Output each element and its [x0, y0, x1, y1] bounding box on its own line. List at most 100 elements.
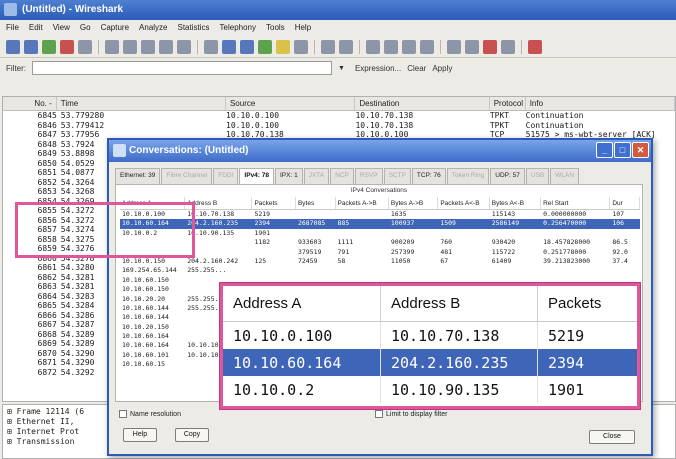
tab-rsvp[interactable]: RSVP	[354, 168, 383, 184]
checkbox-box[interactable]	[375, 410, 383, 418]
clear-button[interactable]: Clear	[407, 64, 426, 73]
tab-ncp[interactable]: NCP	[330, 168, 354, 184]
menu-file[interactable]: File	[6, 23, 19, 33]
tab-ipx[interactable]: IPX: 1	[275, 168, 303, 184]
autoscroll-icon[interactable]	[339, 39, 353, 54]
options-icon[interactable]	[24, 39, 38, 54]
wireshark-titlebar[interactable]: (Untitled) - Wireshark	[0, 0, 676, 20]
normal-size-icon[interactable]	[402, 39, 416, 54]
menu-edit[interactable]: Edit	[29, 23, 43, 33]
col-packets-b-a[interactable]: Packets A<-B	[438, 197, 490, 209]
conversation-row[interactable]: 1182 933603 1111 900209 760 930420 18.45782800…	[120, 238, 640, 247]
col-packets[interactable]: Packets	[252, 197, 296, 209]
zoom-in-icon[interactable]	[366, 39, 380, 54]
menu-analyze[interactable]: Analyze	[139, 23, 167, 33]
minimize-icon[interactable]: _	[596, 142, 613, 158]
menu-go[interactable]: Go	[80, 23, 91, 33]
apply-button[interactable]: Apply	[432, 64, 452, 73]
zoom-row: 10.10.0.2 10.10.90.135 1901	[223, 376, 637, 403]
packet-row[interactable]: 6846 53.779412 10.10.0.100 10.10.70.138 TPKT…	[3, 121, 675, 131]
col-packets-a-b[interactable]: Packets A->B	[336, 197, 389, 209]
dialog-titlebar[interactable]: Conversations: (Untitled) _ □ ✕	[109, 140, 651, 162]
maximize-icon[interactable]: □	[614, 142, 631, 158]
first-packet-icon[interactable]	[276, 39, 290, 54]
conversation-row[interactable]: 10.10.0.150 204.2.160.242 125 72459 58 11050 6…	[120, 257, 640, 266]
col-bytes-b-a[interactable]: Bytes A<-B	[490, 197, 542, 209]
help-icon[interactable]	[528, 39, 542, 54]
toolbar-separator	[98, 39, 99, 54]
limit-filter-checkbox[interactable]: Limit to display filter	[375, 410, 447, 418]
zoom-col-address-b: Address B	[381, 286, 538, 321]
conversation-row[interactable]: 169.254.65.144 255.255...	[120, 266, 640, 275]
help-button[interactable]: Help	[123, 428, 157, 442]
menu-view[interactable]: View	[53, 23, 70, 33]
tab-token-ring[interactable]: Token Ring	[446, 168, 490, 184]
reload-icon[interactable]	[159, 39, 173, 54]
packet-no: 6861	[37, 263, 57, 272]
col-header-protocol[interactable]: Protocol	[490, 97, 526, 110]
start-capture-icon[interactable]	[42, 39, 56, 54]
tab-usb[interactable]: USB	[525, 168, 550, 184]
tab-fibre-channel[interactable]: Fibre Channel	[161, 168, 213, 184]
forward-icon[interactable]	[240, 39, 254, 54]
go-to-packet-icon[interactable]	[258, 39, 272, 54]
col-header-info[interactable]: Info	[526, 97, 675, 110]
colorize-icon[interactable]	[321, 39, 335, 54]
close-button[interactable]: Close	[589, 430, 635, 444]
tab-fddi[interactable]: FDDI	[213, 168, 239, 184]
col-bytes[interactable]: Bytes	[296, 197, 336, 209]
col-address-a[interactable]: Address A	[120, 197, 186, 209]
preferences-icon[interactable]	[501, 39, 515, 54]
menu-help[interactable]: Help	[295, 23, 311, 33]
tab-sctp[interactable]: SCTP	[383, 168, 411, 184]
col-header-source[interactable]: Source	[226, 97, 356, 110]
cell-a: 10.10.60.164	[122, 341, 169, 350]
conversation-row-selected[interactable]: 10.10.60.164 204.2.160.235 2394 2687085 885 1…	[120, 219, 640, 229]
resize-columns-icon[interactable]	[420, 39, 434, 54]
packet-info: Continuation	[525, 111, 584, 120]
restart-capture-icon[interactable]	[78, 39, 92, 54]
expression-button[interactable]: Expression...	[355, 64, 401, 73]
col-header-time[interactable]: Time	[57, 97, 226, 110]
col-duration[interactable]: Dur	[610, 197, 641, 209]
menu-telephony[interactable]: Telephony	[220, 23, 256, 33]
print-icon[interactable]	[177, 39, 191, 54]
filter-dropdown-icon[interactable]: ▼	[338, 65, 345, 72]
conversation-row[interactable]: 10.10.0.2 10.10.90.135 1901	[120, 229, 640, 238]
col-bytes-a-b[interactable]: Bytes A->B	[389, 197, 439, 209]
name-resolution-checkbox[interactable]: Name resolution	[119, 410, 181, 418]
conversation-row[interactable]: 379519 791 257399 481 115722 0.251778000 92.0	[120, 248, 640, 257]
interfaces-icon[interactable]	[6, 39, 20, 54]
stop-capture-icon[interactable]	[60, 39, 74, 54]
tab-ipv4[interactable]: IPv4: 78	[239, 168, 274, 184]
filter-input[interactable]	[32, 61, 332, 75]
display-filters-icon[interactable]	[465, 39, 479, 54]
find-icon[interactable]	[204, 39, 218, 54]
open-icon[interactable]	[105, 39, 119, 54]
tab-jxta[interactable]: JXTA	[303, 168, 330, 184]
menu-tools[interactable]: Tools	[266, 23, 285, 33]
conversation-row[interactable]: 10.10.0.100 10.10.70.138 5219 1635 115143 0.0…	[120, 210, 640, 219]
menu-statistics[interactable]: Statistics	[178, 23, 210, 33]
col-header-no[interactable]: No. -	[3, 97, 57, 110]
tab-wlan[interactable]: WLAN	[550, 168, 580, 184]
capture-filters-icon[interactable]	[447, 39, 461, 54]
close-file-icon[interactable]	[141, 39, 155, 54]
coloring-rules-icon[interactable]	[483, 39, 497, 54]
col-header-destination[interactable]: Destination	[355, 97, 490, 110]
tab-ethernet[interactable]: Ethernet: 39	[115, 168, 161, 184]
tab-tcp[interactable]: TCP: 76	[411, 168, 446, 184]
packet-row[interactable]: 6845 53.779280 10.10.0.100 10.10.70.138 TPKT…	[3, 111, 675, 121]
last-packet-icon[interactable]	[294, 39, 308, 54]
col-rel-start[interactable]: Rel Start	[541, 197, 611, 209]
menu-capture[interactable]: Capture	[101, 23, 129, 33]
close-icon[interactable]: ✕	[632, 142, 649, 158]
back-icon[interactable]	[222, 39, 236, 54]
zoom-out-icon[interactable]	[384, 39, 398, 54]
tab-udp[interactable]: UDP: 57	[490, 168, 525, 184]
checkbox-box[interactable]	[119, 410, 127, 418]
col-address-b[interactable]: Address B	[185, 197, 253, 209]
save-icon[interactable]	[123, 39, 137, 54]
cell-a: 10.10.20.150	[122, 322, 169, 331]
copy-button[interactable]: Copy	[175, 428, 209, 442]
